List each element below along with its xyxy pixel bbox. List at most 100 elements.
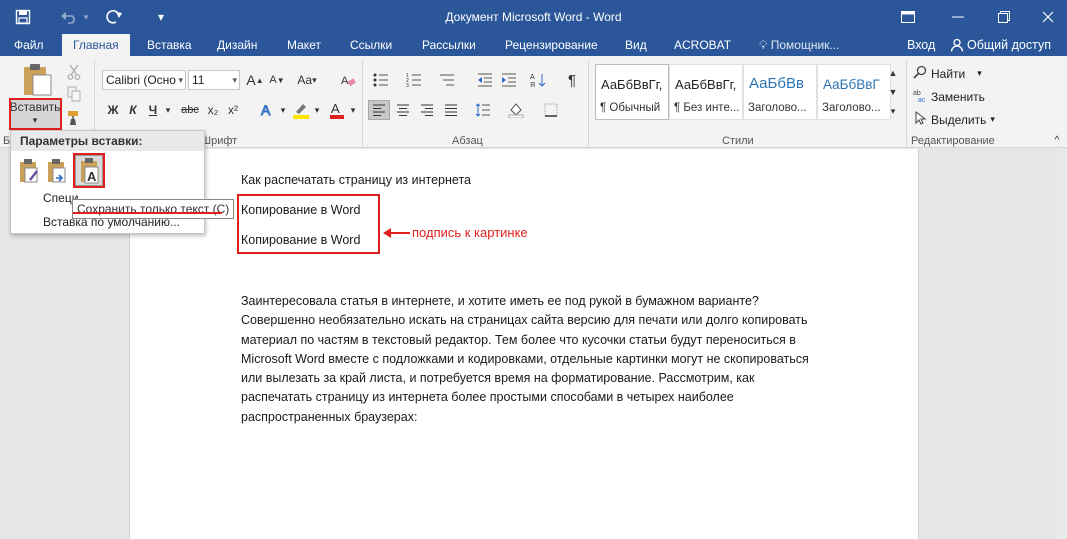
shrink-font-button[interactable]: A ▼ <box>268 70 286 90</box>
tab-acrobat[interactable]: ACROBAT <box>668 34 737 56</box>
bullets-icon[interactable] <box>370 70 392 90</box>
tooltip-underline <box>73 212 222 214</box>
tab-review[interactable]: Рецензирование <box>499 34 604 56</box>
tab-view[interactable]: Вид <box>619 34 653 56</box>
separator <box>906 60 907 146</box>
font-name-combo[interactable]: Calibri (Осно ▾ <box>102 70 186 90</box>
font-color-dropdown-icon[interactable]: ▾ <box>348 100 358 120</box>
minimize-icon[interactable] <box>940 0 976 34</box>
tab-layout[interactable]: Макет <box>281 34 327 56</box>
title-bar: ▾ ▾ Документ Microsoft Word - Word <box>0 0 1067 34</box>
increase-indent-icon[interactable] <box>498 70 520 90</box>
borders-icon[interactable] <box>540 100 562 120</box>
align-right-icon[interactable] <box>416 100 438 120</box>
paragraph-line: Совершенно необязательно искать на стран… <box>241 313 808 328</box>
font-size-value: 11 <box>192 73 205 87</box>
show-formatting-button[interactable]: ¶ <box>562 70 582 90</box>
tab-references[interactable]: Ссылки <box>344 34 398 56</box>
style-normal[interactable]: АаБбВвГг, ¶ Обычный <box>595 64 669 120</box>
svg-text:A: A <box>331 101 340 116</box>
paragraph-line: или вылезать за край листа, и потребуетс… <box>241 371 755 386</box>
tab-insert[interactable]: Вставка <box>141 34 198 56</box>
underline-button[interactable]: Ч <box>144 100 162 120</box>
cut-icon[interactable] <box>64 62 84 82</box>
tab-mailings[interactable]: Рассылки <box>416 34 482 56</box>
vertical-scrollbar[interactable] <box>1057 149 1067 539</box>
share-label: Общий доступ <box>967 38 1051 52</box>
tab-design[interactable]: Дизайн <box>211 34 263 56</box>
numbering-icon[interactable]: 123 <box>403 70 425 90</box>
collapse-ribbon-icon[interactable]: ^ <box>1051 134 1063 146</box>
keep-text-only-highlight-box <box>73 153 105 188</box>
highlight-dropdown-icon[interactable]: ▾ <box>312 100 322 120</box>
highlight-icon[interactable] <box>290 100 312 120</box>
font-color-icon[interactable]: A <box>326 100 348 120</box>
svg-text:ab: ab <box>913 90 921 97</box>
styles-group-label: Стили <box>722 135 754 147</box>
ribbon-display-icon[interactable] <box>890 0 926 34</box>
decrease-indent-icon[interactable] <box>474 70 496 90</box>
merge-formatting-icon[interactable] <box>45 157 69 185</box>
share-button[interactable]: Общий доступ <box>950 34 1051 56</box>
copy-lines-highlight-box <box>237 194 380 254</box>
style-no-spacing[interactable]: АаБбВвГг, ¶ Без инте... <box>669 64 743 120</box>
search-icon <box>913 65 927 82</box>
subscript-button[interactable]: x₂ <box>204 100 222 120</box>
keep-source-formatting-icon[interactable] <box>17 157 41 185</box>
style-name: Заголово... <box>822 102 881 114</box>
restore-icon[interactable] <box>986 0 1022 34</box>
paste-options-header: Параметры вставки: <box>11 131 204 151</box>
separator <box>588 60 589 146</box>
font-name-value: Calibri (Осно <box>106 73 176 87</box>
change-case-button[interactable]: Aa ▾ <box>292 70 322 90</box>
grow-font-button[interactable]: A ▲ <box>246 70 264 90</box>
style-heading-2[interactable]: АаБбВвГ Заголово... <box>817 64 891 120</box>
format-painter-icon[interactable] <box>64 108 84 128</box>
font-size-combo[interactable]: 11 ▾ <box>188 70 240 90</box>
paste-clipboard-icon[interactable] <box>20 62 54 98</box>
text-effects-dropdown-icon[interactable]: ▾ <box>278 100 288 120</box>
lightbulb-icon: 💡︎ <box>759 38 768 52</box>
superscript-button[interactable]: x² <box>224 100 242 120</box>
select-button[interactable]: Выделить ▾ <box>913 110 995 128</box>
tab-home[interactable]: Главная <box>62 34 130 56</box>
sort-icon[interactable]: АЯ <box>527 70 549 90</box>
multilevel-list-icon[interactable] <box>436 70 458 90</box>
styles-scroll-down-icon[interactable]: ▼ <box>885 83 901 101</box>
change-case-label: Aa <box>297 73 313 87</box>
tab-file[interactable]: Файл <box>8 34 50 56</box>
clear-formatting-icon[interactable]: A <box>338 70 358 90</box>
style-heading-1[interactable]: АаБбВв Заголово... <box>743 64 817 120</box>
editing-group-label: Редактирование <box>911 135 995 147</box>
chevron-down-icon: ▾ <box>232 75 237 85</box>
separator <box>362 60 363 146</box>
grow-font-label: A <box>246 72 256 88</box>
underline-dropdown-icon[interactable]: ▾ <box>162 100 174 120</box>
strikethrough-button[interactable]: abc <box>178 100 202 120</box>
tab-tell-me[interactable]: 💡︎ Помощник... <box>753 34 845 56</box>
bold-button[interactable]: Ж <box>104 100 122 120</box>
paragraph-line: Microsoft Word вместе с подложками и код… <box>241 351 809 366</box>
align-left-icon[interactable] <box>368 100 390 120</box>
keep-text-only-tooltip: Сохранить только текст (С) <box>72 199 235 219</box>
shrink-font-label: A <box>269 74 277 86</box>
replace-button[interactable]: ab ac Заменить <box>913 88 985 105</box>
style-name: ¶ Обычный <box>600 102 661 114</box>
italic-button[interactable]: К <box>124 100 142 120</box>
shading-icon[interactable] <box>505 100 527 120</box>
style-name: ¶ Без инте... <box>674 102 740 114</box>
sign-in-link[interactable]: Вход <box>907 34 935 56</box>
close-icon[interactable] <box>1030 0 1066 34</box>
tell-me-label: Помощник... <box>770 38 840 52</box>
body-paragraph: Заинтересовала статья в интернете, и хот… <box>241 292 881 427</box>
find-button[interactable]: Найти ▾ <box>913 65 982 82</box>
copy-icon[interactable] <box>64 84 84 104</box>
line-spacing-icon[interactable] <box>472 100 494 120</box>
text-effects-icon[interactable]: A <box>256 100 278 120</box>
svg-text:ac: ac <box>918 97 926 102</box>
styles-more-icon[interactable]: ▾ <box>885 102 901 120</box>
justify-icon[interactable] <box>440 100 462 120</box>
cursor-icon <box>913 110 927 128</box>
align-center-icon[interactable] <box>392 100 414 120</box>
styles-scroll-up-icon[interactable]: ▲ <box>885 64 901 82</box>
